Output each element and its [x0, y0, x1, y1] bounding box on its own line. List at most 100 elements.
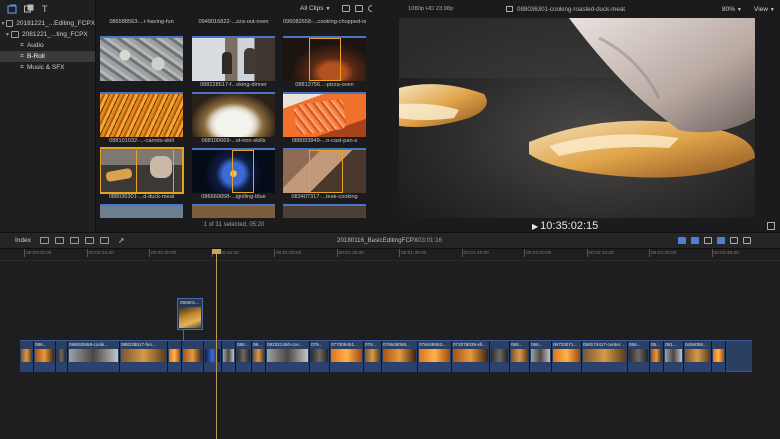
select-tool-icon[interactable]: ➚ — [118, 236, 125, 245]
library-item[interactable]: ▼ 20181221_...Editing_FCPX — [0, 18, 95, 29]
storyline-clip-name: 082321450-coo... — [267, 342, 303, 347]
storyline-clip[interactable]: 086... — [34, 341, 56, 372]
storyline-clip-name: 05... — [651, 342, 660, 347]
clip-appearance-icon[interactable] — [730, 237, 738, 244]
clip-appearance-icon[interactable] — [342, 5, 350, 12]
insert-clip-icon[interactable] — [55, 237, 64, 244]
storyline-clip[interactable]: 051... — [664, 341, 684, 372]
range-selection[interactable] — [309, 150, 343, 193]
storyline-clip[interactable] — [222, 341, 236, 372]
clip-thumbnail — [169, 349, 180, 362]
clip-tile[interactable] — [100, 36, 183, 90]
range-selection[interactable] — [309, 38, 341, 81]
play-icon[interactable]: ▶ — [532, 222, 538, 231]
clip-tile-selected[interactable]: 088036301-...d-duck-meat — [100, 147, 184, 202]
storyline-clip[interactable] — [204, 341, 222, 372]
clip-thumbnail — [383, 349, 416, 362]
audio-waveform — [56, 363, 67, 372]
range-selection[interactable] — [136, 150, 174, 193]
storyline-clip[interactable]: 077009451... — [330, 341, 364, 372]
storyline-clip[interactable]: 076649066... — [382, 341, 418, 372]
storyline-clip[interactable]: 072078035-sll... — [452, 341, 490, 372]
keyword-item-b-roll[interactable]: ⌗ B-Roll — [0, 51, 95, 62]
edit-options-icon[interactable] — [100, 237, 109, 244]
clip-tile[interactable]: 096082658-...cooking-chopped-or — [283, 18, 366, 27]
clip-name: 0949016822-...zza-out-oven — [198, 19, 269, 25]
clip-thumbnail — [629, 349, 648, 362]
storyline-clip[interactable]: 068... — [510, 341, 530, 372]
skimming-icon[interactable] — [678, 237, 686, 244]
storyline-clip[interactable] — [168, 341, 182, 372]
storyline-clip-name: 066... — [531, 342, 543, 347]
chevron-down-icon: ▼ — [769, 7, 775, 13]
titles-generators-icon[interactable]: T — [41, 4, 51, 15]
index-button[interactable]: Index — [15, 237, 31, 244]
connect-clip-icon[interactable] — [40, 237, 49, 244]
effects-browser-icon[interactable] — [743, 237, 751, 244]
storyline-clip[interactable] — [182, 341, 204, 372]
clip-tile[interactable]: 088093849-...n-cast-pan-s — [283, 92, 366, 146]
storyline-clip[interactable]: 058... — [628, 341, 650, 372]
storyline-clip[interactable] — [20, 341, 34, 372]
clip-tile[interactable]: 086588563-...r-having-fun — [100, 18, 183, 27]
clip-tile[interactable]: 088228517-f...oking-dinner — [192, 36, 275, 90]
libraries-icon[interactable] — [7, 4, 17, 14]
audio-waveform — [510, 363, 529, 372]
storyline-clip[interactable]: 058174417-center... — [582, 341, 628, 372]
clip-tile[interactable]: 088100669-...st-iron-skills — [192, 92, 275, 146]
clip-tile[interactable]: 088101032-...-carrots-skill — [100, 92, 183, 146]
clip-tile[interactable]: 08813756...-pizza-oven — [283, 36, 366, 90]
audio-skimming-icon[interactable] — [691, 237, 699, 244]
clip-tile[interactable] — [192, 204, 275, 218]
append-clip-icon[interactable] — [70, 237, 79, 244]
storyline-clip[interactable] — [712, 341, 726, 372]
storyline-clip[interactable]: 078449553... — [418, 341, 452, 372]
headphones-icon[interactable] — [704, 237, 712, 244]
primary-storyline[interactable]: 086... 096082658-cooki... 088228517-foo...… — [20, 340, 752, 372]
ruler-tick: 00:01:45:00 — [461, 249, 489, 257]
filmstrip-view-icon[interactable] — [355, 5, 363, 12]
playhead[interactable] — [216, 249, 217, 439]
storyline-clip[interactable]: 066... — [530, 341, 552, 372]
storyline-clip[interactable]: 096082658-cooki... — [68, 341, 120, 372]
storyline-clip[interactable]: 0494058... — [684, 341, 712, 372]
range-selection[interactable] — [232, 150, 254, 193]
keyword-item-music-sfx[interactable]: ⌗ Music & SFX — [0, 62, 95, 73]
clip-thumbnail — [453, 349, 488, 362]
overwrite-clip-icon[interactable] — [85, 237, 94, 244]
audio-waveform — [650, 363, 663, 372]
clip-tile[interactable]: 083407317-...teak-cooking — [283, 148, 366, 202]
timeline[interactable]: 00:00:00:00 00:00:15:00 00:00:30:00 00:00:4… — [0, 249, 780, 439]
clip-thumbnail — [419, 349, 450, 362]
storyline-clip[interactable]: 078... — [364, 341, 382, 372]
clip-tile[interactable]: 0949016822-...zza-out-oven — [192, 18, 275, 27]
playhead-handle[interactable] — [212, 249, 221, 254]
storyline-clip[interactable]: 079... — [310, 341, 330, 372]
view-menu[interactable]: View ▼ — [754, 6, 775, 13]
storyline-clip[interactable]: 06733071... — [552, 341, 582, 372]
fullscreen-icon[interactable] — [767, 222, 775, 230]
storyline-clip[interactable] — [56, 341, 68, 372]
event-item[interactable]: ▼ 2081221_...ting_FCPX — [0, 29, 95, 40]
connected-clip[interactable]: 086801... — [177, 298, 203, 330]
clip-tile[interactable] — [100, 204, 183, 218]
timeline-ruler[interactable]: 00:00:00:00 00:00:15:00 00:00:30:00 00:00:4… — [0, 249, 780, 261]
storyline-clip-name: 058... — [629, 342, 641, 347]
disclosure-down-icon[interactable]: ▼ — [4, 32, 11, 38]
photos-audio-icon[interactable] — [24, 4, 34, 14]
viewer-frame[interactable] — [399, 18, 755, 218]
clip-tile[interactable]: 086660658-...ignlling-blue — [192, 148, 275, 202]
viewer-clip-title: 088036301-cooking-roasted-duck-meat — [506, 6, 625, 13]
storyline-clip[interactable]: 08... — [252, 341, 266, 372]
storyline-clip[interactable]: 088... — [236, 341, 252, 372]
zoom-menu[interactable]: 80% ▼ — [722, 6, 742, 13]
clips-filter-menu[interactable]: All Clips ▼ — [300, 5, 330, 12]
storyline-clip[interactable]: 088228517-foo... — [120, 341, 168, 372]
storyline-clip[interactable] — [490, 341, 510, 372]
clip-tile[interactable] — [283, 204, 366, 218]
storyline-clip[interactable]: 082321450-coo... — [266, 341, 310, 372]
keyword-label: B-Roll — [26, 53, 45, 60]
snapping-icon[interactable] — [717, 237, 725, 244]
keyword-item-audio[interactable]: ⌗ Audio — [0, 40, 95, 51]
storyline-clip[interactable]: 05... — [650, 341, 664, 372]
